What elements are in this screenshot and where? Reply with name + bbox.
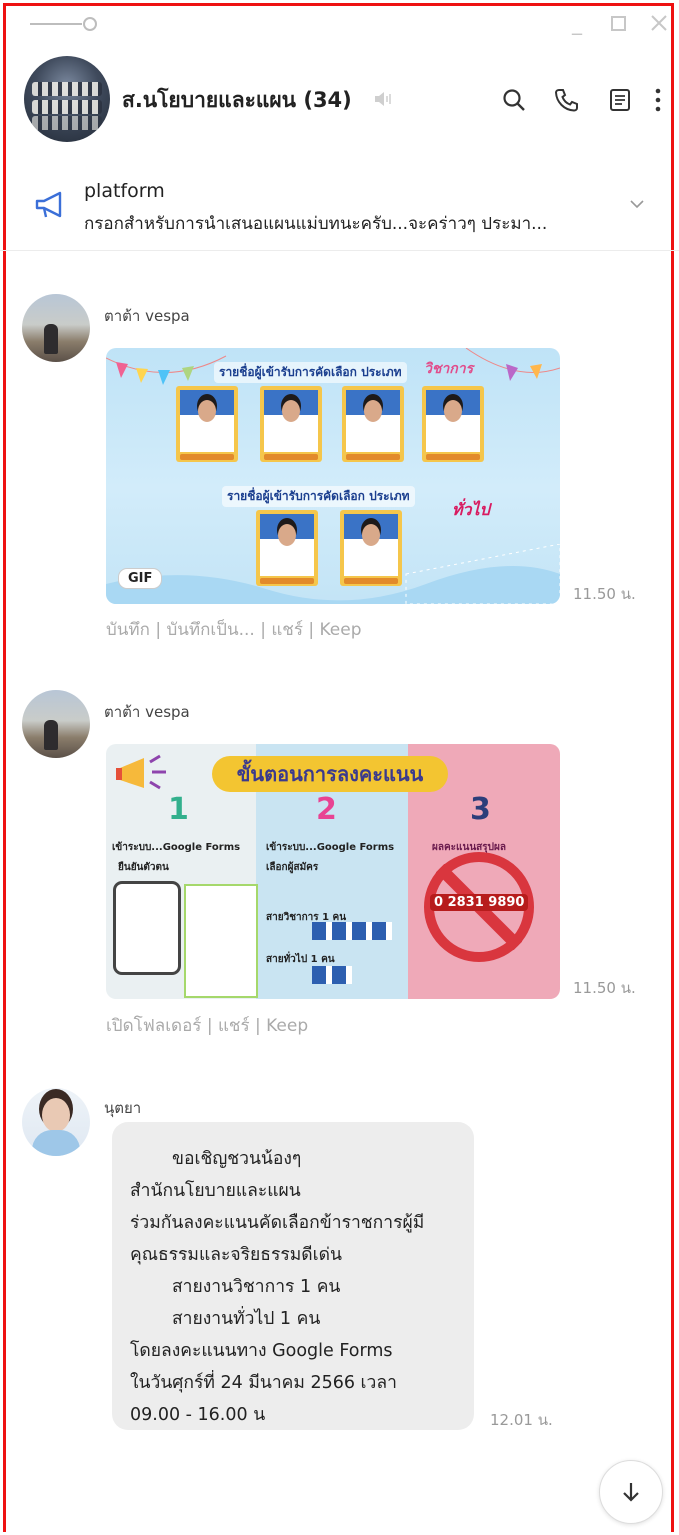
- minimize-icon[interactable]: _: [566, 12, 588, 34]
- group-avatar[interactable]: [24, 56, 110, 142]
- message-line: ร่วมกันลงคะแนนคัดเลือกข้าราชการผู้มี: [130, 1213, 425, 1233]
- candidate-thumbnails: [312, 922, 392, 940]
- announcement-title: platform: [84, 180, 165, 202]
- image-message[interactable]: ขั้นตอนการลงคะแนน 1 เข้าระบบ...Google Fo…: [106, 744, 560, 999]
- message-line: สำนักนโยบายและแผน: [130, 1181, 301, 1201]
- more-menu-icon[interactable]: [648, 86, 668, 114]
- step-label: เข้าระบบ...Google Forms: [112, 842, 241, 853]
- candidate-photo: [342, 386, 404, 462]
- image-title-top: รายชื่อผู้เข้ารับการคัดเลือก ประเภท: [214, 362, 407, 383]
- step-number: 1: [168, 792, 189, 827]
- step-phone: 0 2831 9890: [430, 894, 529, 911]
- message-line: คุณธรรมและจริยธรรมดีเด่น: [130, 1245, 342, 1265]
- message-line: 09.00 - 16.00 น: [130, 1405, 266, 1425]
- maximize-icon[interactable]: [608, 12, 630, 34]
- steps-banner: ขั้นตอนการลงคะแนน: [212, 756, 448, 792]
- text-message-bubble[interactable]: ขอเชิญชวนน้องๆ สำนักนโยบายและแผน ร่วมกัน…: [112, 1122, 474, 1430]
- message-time: 11.50 น.: [573, 585, 636, 603]
- step-label: เข้าระบบ...Google Forms: [266, 842, 395, 853]
- mute-icon: [375, 92, 391, 106]
- candidate-photo: [422, 386, 484, 462]
- notes-icon[interactable]: [606, 86, 634, 114]
- message-line: ในวันศุกร์ที่ 24 มีนาคม 2566 เวลา: [130, 1373, 397, 1393]
- megaphone-icon: [35, 191, 62, 218]
- announcement-text: กรอกสำหรับการนำเสนอแผนแม่บทนะครับ...จะคร…: [84, 214, 548, 234]
- message-line: ขอเชิญชวนน้องๆ: [172, 1149, 302, 1169]
- announcement-bar[interactable]: platform กรอกสำหรับการนำเสนอแผนแม่บทนะคร…: [0, 170, 679, 251]
- wave-decoration: [106, 544, 560, 604]
- message-time: 12.01 น.: [490, 1411, 553, 1429]
- form-illustration: [184, 884, 258, 998]
- close-icon[interactable]: [648, 12, 670, 34]
- group-name[interactable]: ส.นโยบายและแผน (34): [122, 84, 352, 117]
- step-sublabel: ยืนยันตัวตน: [118, 862, 169, 873]
- message-time: 11.50 น.: [573, 979, 636, 997]
- sender-avatar[interactable]: [22, 690, 90, 758]
- sender-avatar[interactable]: [22, 294, 90, 362]
- message-actions[interactable]: เปิดโฟลเดอร์ | แชร์ | Keep: [106, 1012, 308, 1039]
- candidate-photo: [260, 386, 322, 462]
- title-bar: _: [0, 0, 679, 46]
- phone-icon[interactable]: [552, 86, 580, 114]
- laptop-illustration: [116, 884, 178, 972]
- step-number: 2: [316, 792, 337, 827]
- image-title-bottom: รายชื่อผู้เข้ารับการคัดเลือก ประเภท: [222, 486, 415, 507]
- sender-avatar[interactable]: [22, 1088, 90, 1156]
- scroll-to-bottom-button[interactable]: [599, 1460, 663, 1524]
- sender-name: นุตยา: [104, 1099, 142, 1117]
- step-sublabel: เลือกผู้สมัคร: [266, 862, 319, 873]
- message-line: สายงานวิชาการ 1 คน: [172, 1277, 341, 1297]
- arrow-down-icon: [623, 1483, 639, 1502]
- candidate-photo: [176, 386, 238, 462]
- message-line: โดยลงคะแนนทาง Google Forms: [130, 1341, 393, 1361]
- sender-name: ตาต้า vespa: [104, 307, 190, 325]
- image-tag-top: วิชาการ: [424, 361, 474, 377]
- pin-icon[interactable]: [30, 16, 100, 32]
- step-row: สายทั่วไป 1 คน: [266, 954, 335, 965]
- image-message[interactable]: รายชื่อผู้เข้ารับการคัดเลือก ประเภท วิชา…: [106, 348, 560, 604]
- message-actions[interactable]: บันทึก | บันทึกเป็น... | แชร์ | Keep: [106, 616, 362, 643]
- chat-header: ส.นโยบายและแผน (34): [0, 48, 679, 158]
- image-tag-bottom: ทั่วไป: [452, 500, 490, 519]
- chevron-down-icon[interactable]: [628, 198, 646, 210]
- search-icon[interactable]: [500, 86, 528, 114]
- step-number: 3: [470, 792, 491, 827]
- sender-name: ตาต้า vespa: [104, 703, 190, 721]
- megaphone-illustration: [116, 754, 166, 790]
- message-line: สายงานทั่วไป 1 คน: [172, 1309, 321, 1329]
- candidate-thumbnails: [312, 966, 352, 984]
- gif-badge: GIF: [118, 568, 163, 589]
